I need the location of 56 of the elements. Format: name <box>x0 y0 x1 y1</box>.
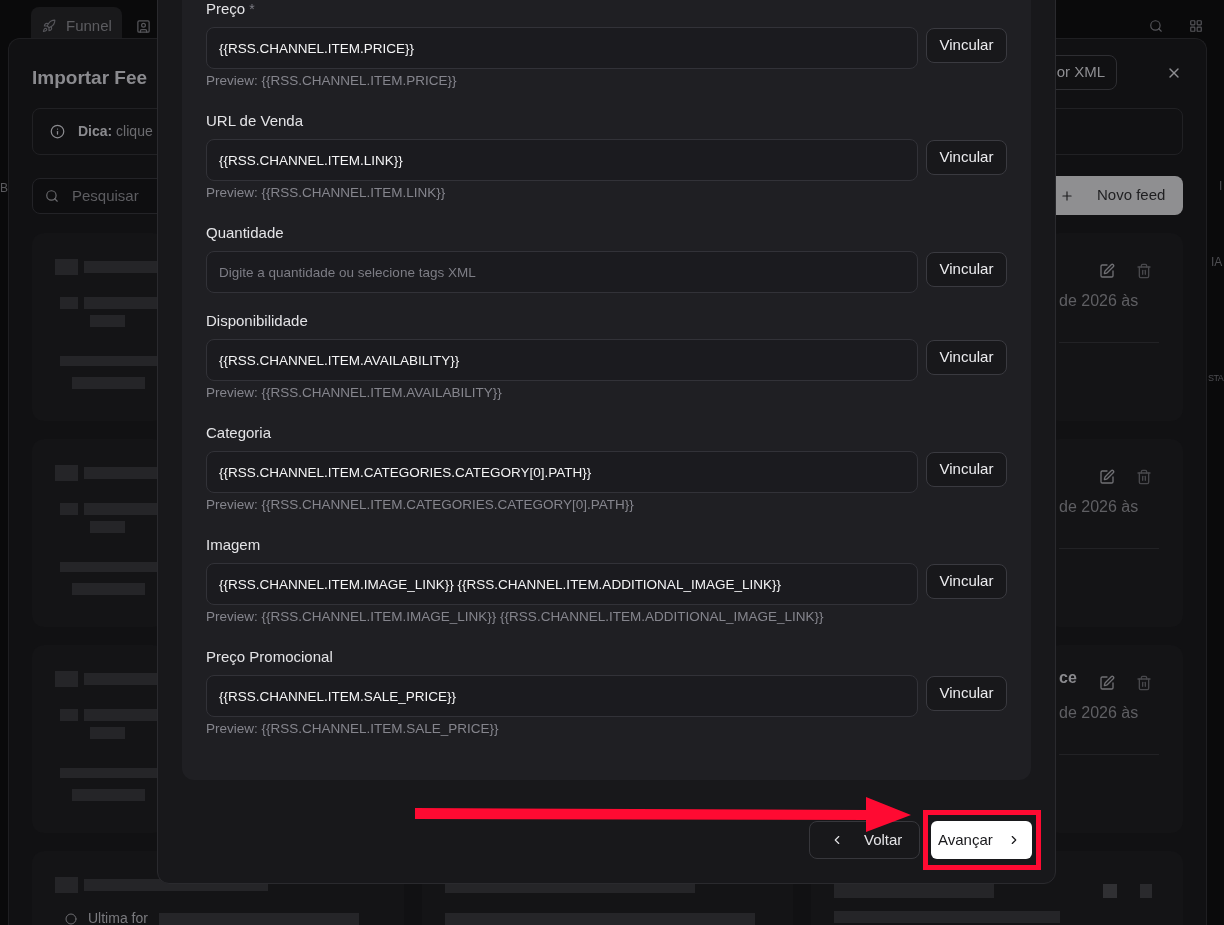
input-field[interactable]: {{RSS.CHANNEL.ITEM.AVAILABILITY}} <box>206 339 918 381</box>
rocket-icon <box>42 19 56 33</box>
bind-button[interactable]: Vincular <box>926 676 1007 711</box>
input-field[interactable]: {{RSS.CHANNEL.ITEM.LINK}} <box>206 139 918 181</box>
page-text: STA <box>1208 372 1224 385</box>
field-label: Preço <box>206 0 246 19</box>
hint-text: Dica: clique <box>78 122 153 141</box>
feed-date-text: de 2026 às <box>1059 497 1140 517</box>
preview-text: Preview: {{RSS.CHANNEL.ITEM.SALE_PRICE}} <box>206 720 500 738</box>
preview-text: Preview: {{RSS.CHANNEL.ITEM.CATEGORIES.CATEGORY[0].PATH}} <box>206 496 635 514</box>
grid-icon[interactable] <box>1189 19 1203 33</box>
preview-text: Preview: {{RSS.CHANNEL.ITEM.LINK}} <box>206 184 447 202</box>
required-mark: * <box>249 0 255 19</box>
search-icon <box>45 188 59 203</box>
trash-icon[interactable] <box>1136 469 1152 485</box>
plus-icon <box>1060 188 1074 203</box>
field-label: Imagem <box>206 535 261 555</box>
input-field[interactable]: {{RSS.CHANNEL.ITEM.PRICE}} <box>206 27 918 69</box>
search-icon[interactable] <box>1149 19 1163 33</box>
blurred-icon <box>1103 884 1117 898</box>
field-label: Quantidade <box>206 223 284 243</box>
bind-button[interactable]: Vincular <box>926 564 1007 599</box>
preview-text: Preview: {{RSS.CHANNEL.ITEM.IMAGE_LINK}} {{RSS.CHANNEL.ITEM.ADDITIONAL_IMAGE_LINK}} <box>206 608 825 626</box>
preview-text: Preview: {{RSS.CHANNEL.ITEM.PRICE}} <box>206 72 458 90</box>
feed-title: ce <box>1059 668 1077 688</box>
bind-button[interactable]: Vincular <box>926 140 1007 175</box>
field-label: Preço Promocional <box>206 647 333 667</box>
bind-button[interactable]: Vincular <box>926 340 1007 375</box>
feed-date-text: de 2026 às <box>1059 703 1140 723</box>
edit-icon[interactable] <box>1099 469 1115 485</box>
field-label: Categoria <box>206 423 272 443</box>
dialog-title: Importar Fee <box>32 65 148 90</box>
trash-icon[interactable] <box>1136 263 1152 279</box>
page-text: I <box>1219 178 1223 194</box>
trash-icon[interactable] <box>1136 675 1152 691</box>
bind-button[interactable]: Vincular <box>926 252 1007 287</box>
edit-icon[interactable] <box>1099 675 1115 691</box>
input-field[interactable]: {{RSS.CHANNEL.ITEM.SALE_PRICE}} <box>206 675 918 717</box>
preview-text: Preview: {{RSS.CHANNEL.ITEM.AVAILABILITY}} <box>206 384 503 402</box>
feed-date-text: de 2026 às <box>1059 291 1140 311</box>
user-badge-icon <box>136 18 152 34</box>
input-field[interactable]: {{RSS.CHANNEL.ITEM.CATEGORIES.CATEGORY[0].PATH}} <box>206 451 918 493</box>
status-text: Ultima for <box>88 912 148 925</box>
field-label: URL de Venda <box>206 111 304 131</box>
bind-button[interactable]: Vincular <box>926 28 1007 63</box>
next-button[interactable]: Avançar <box>931 821 1032 859</box>
bind-button[interactable]: Vincular <box>926 452 1007 487</box>
info-icon <box>50 124 65 139</box>
input-field[interactable]: {{RSS.CHANNEL.ITEM.IMAGE_LINK}} {{RSS.CHANNEL.ITEM.ADDITIONAL_IMAGE_LINK}} <box>206 563 918 605</box>
page-text: B <box>0 180 8 196</box>
circle-icon <box>65 912 77 925</box>
back-button[interactable]: Voltar <box>809 821 920 859</box>
field-label: Disponibilidade <box>206 311 308 331</box>
edit-icon[interactable] <box>1099 263 1115 279</box>
page-text: IA <box>1211 254 1223 270</box>
input-field[interactable]: Digite a quantidade ou selecione tags XML <box>206 251 918 293</box>
